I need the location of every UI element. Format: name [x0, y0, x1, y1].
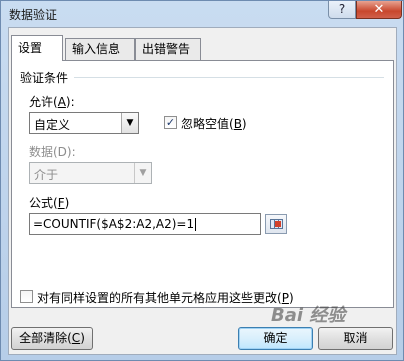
validation-criteria-heading: 验证条件	[20, 71, 69, 85]
allow-select[interactable]: 自定义 ▼	[29, 112, 139, 134]
data-select-value: 介于	[34, 168, 59, 182]
window-title: 数据验证	[9, 8, 58, 22]
clear-all-button[interactable]: 全部清除(C)	[11, 327, 93, 350]
chevron-down-icon: ▼	[121, 113, 138, 133]
data-validation-dialog: 数据验证 ? ✕ 设置 输入信息 出错警告 验证条件 允许(A): 自定义 ▼ …	[0, 0, 404, 361]
section-divider	[74, 77, 384, 78]
apply-all-label[interactable]: 对有同样设置的所有其他单元格应用这些更改(P)	[37, 289, 294, 306]
close-button[interactable]: ✕	[356, 1, 402, 19]
chevron-down-icon: ▼	[134, 163, 151, 183]
range-select-icon[interactable]	[265, 214, 287, 234]
settings-panel: 验证条件 允许(A): 自定义 ▼ ✓ 忽略空值(B) 数据(D): 介于 ▼ …	[11, 60, 394, 308]
text-caret	[195, 218, 197, 231]
data-label: 数据(D):	[29, 145, 76, 159]
apply-all-checkbox[interactable]	[20, 290, 33, 303]
tab-input-message-label: 输入信息	[72, 42, 121, 56]
tab-error-alert-label: 出错警告	[142, 42, 191, 56]
formula-input[interactable]: =COUNTIF($A$2:A2,A2)=1	[29, 213, 261, 235]
ok-button[interactable]: 确定	[238, 327, 313, 350]
formula-label: 公式(F)	[29, 196, 70, 210]
help-button[interactable]: ?	[328, 1, 356, 19]
watermark: Bai 经验	[271, 305, 346, 326]
tab-input-message[interactable]: 输入信息	[65, 38, 135, 60]
ignore-blank-checkbox[interactable]: ✓	[164, 116, 177, 129]
cancel-button[interactable]: 取消	[318, 327, 393, 350]
formula-value: =COUNTIF($A$2:A2,A2)=1	[33, 217, 195, 231]
allow-label: 允许(A):	[29, 95, 75, 109]
data-select: 介于 ▼	[29, 162, 152, 184]
tab-settings-label: 设置	[18, 41, 43, 55]
tab-settings[interactable]: 设置	[11, 35, 63, 61]
title-bar[interactable]: 数据验证 ? ✕	[1, 1, 403, 27]
tab-error-alert[interactable]: 出错警告	[135, 38, 201, 60]
allow-select-value: 自定义	[34, 118, 71, 132]
ignore-blank-label[interactable]: 忽略空值(B)	[181, 115, 247, 132]
